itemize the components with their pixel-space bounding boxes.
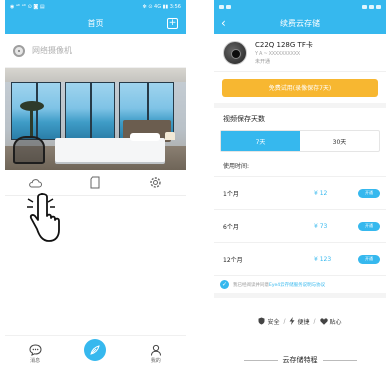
feature-safe: 安全 xyxy=(258,317,279,326)
plan-price: ¥ 12 xyxy=(314,189,328,197)
back-arrow-icon[interactable]: ‹ xyxy=(221,16,226,30)
tab-messages-label: 消息 xyxy=(30,358,41,364)
camera-preview-image[interactable] xyxy=(5,68,186,170)
bed xyxy=(55,138,165,162)
status-bar xyxy=(214,0,386,13)
plan-row: 1个月 ¥ 12 开通 xyxy=(214,177,386,210)
window-pane xyxy=(65,82,115,140)
device-camera-avatar xyxy=(223,40,247,65)
activate-button[interactable]: 开通 xyxy=(358,188,380,198)
plan-price: ¥ 123 xyxy=(314,255,332,263)
tab-messages[interactable]: 消息 xyxy=(15,344,55,364)
top-nav: 首页 + xyxy=(5,13,186,34)
status-left: ◉ ᵃᵗˡ ᵃᵗˡ ⊙ ◙ ▤ xyxy=(10,3,45,10)
message-icon xyxy=(29,344,42,356)
feature-caring: 贴心 xyxy=(319,317,342,326)
storage-days-selector: 7天 30天 xyxy=(220,130,380,152)
device-info: C22Q 128G TF卡 Y A ~ XXXXXXXXXX 未开通 xyxy=(214,34,386,72)
device-status: 未开通 xyxy=(255,59,271,65)
feature-badges: 安全 / 便捷 / 贴心 xyxy=(214,308,386,334)
device-id: Y A ~ XXXXXXXXXX xyxy=(255,51,300,57)
cloud-renew-screen: ‹ 续费云存储 C22Q 128G TF卡 Y A ~ XXXXXXXXXX 未… xyxy=(214,0,386,367)
agreement-text: 我已经阅读并同意Eye4云存储服务说明与协议 xyxy=(233,282,326,288)
chair xyxy=(13,136,45,164)
status-bar: ◉ ᵃᵗˡ ᵃᵗˡ ⊙ ◙ ▤ ✻ ⊙ 4G ▮▮ 3:56 xyxy=(5,0,186,13)
ceiling xyxy=(5,68,186,82)
trial-section: 免费试用(录像保存7天) xyxy=(214,72,386,108)
tab-profile[interactable]: 我的 xyxy=(136,344,176,364)
camera-list-item[interactable]: 网络摄像机 xyxy=(5,34,186,68)
separator: / xyxy=(283,317,286,325)
heart-icon xyxy=(319,317,328,325)
separator: / xyxy=(313,317,316,325)
pointing-hand-icon xyxy=(27,193,60,242)
option-30-days[interactable]: 30天 xyxy=(300,131,379,151)
activate-button[interactable]: 开通 xyxy=(358,254,380,264)
camera-name: 网络摄像机 xyxy=(32,46,72,55)
settings-gear-icon[interactable] xyxy=(148,175,164,191)
tab-home[interactable] xyxy=(75,339,115,364)
plan-name: 1个月 xyxy=(223,190,239,198)
camera-icon xyxy=(13,44,25,57)
option-7-days[interactable]: 7天 xyxy=(221,131,300,151)
usage-time-label: 使用时间: xyxy=(214,155,386,177)
plan-name: 12个月 xyxy=(223,256,243,264)
sd-card-icon[interactable] xyxy=(87,175,103,191)
cloud-icon[interactable] xyxy=(27,175,43,191)
agreement-row: ✓ 我已经阅读并同意Eye4云存储服务说明与协议 xyxy=(214,276,386,298)
plan-price: ¥ 73 xyxy=(314,222,328,230)
cloud-features-title: 云存储特程 xyxy=(214,353,386,367)
agreement-link[interactable]: Eye4云存储服务说明与协议 xyxy=(269,283,325,288)
storage-days-title: 视频保存天数 xyxy=(223,115,265,123)
plan-row: 12个月 ¥ 123 开通 xyxy=(214,243,386,276)
free-trial-button[interactable]: 免费试用(录像保存7天) xyxy=(222,78,378,97)
shield-icon xyxy=(258,317,265,325)
plan-row: 6个月 ¥ 73 开通 xyxy=(214,210,386,243)
tab-profile-label: 我的 xyxy=(150,358,161,364)
status-right: ✻ ⊙ 4G ▮▮ 3:56 xyxy=(142,3,181,10)
home-screen: ◉ ᵃᵗˡ ᵃᵗˡ ⊙ ◙ ▤ ✻ ⊙ 4G ▮▮ 3:56 首页 + 网络摄像… xyxy=(5,0,186,367)
device-name: C22Q 128G TF卡 xyxy=(255,41,313,49)
page-title: 首页 xyxy=(87,19,104,28)
lightning-icon xyxy=(289,317,295,325)
bottom-tab-bar: 消息 我的 xyxy=(5,335,186,367)
plus-square-icon[interactable]: + xyxy=(167,18,178,29)
plan-name: 6个月 xyxy=(223,223,239,231)
activate-button[interactable]: 开通 xyxy=(358,221,380,231)
feature-convenient: 便捷 xyxy=(289,317,310,326)
user-icon xyxy=(150,344,161,356)
pillow xyxy=(130,133,160,141)
feather-icon xyxy=(84,339,107,361)
window-pane xyxy=(11,82,61,140)
page-title: 续费云存储 xyxy=(280,19,320,28)
lamp xyxy=(165,132,175,140)
checkbox-checked-icon[interactable]: ✓ xyxy=(220,280,229,289)
top-nav: ‹ 续费云存储 xyxy=(214,13,386,34)
